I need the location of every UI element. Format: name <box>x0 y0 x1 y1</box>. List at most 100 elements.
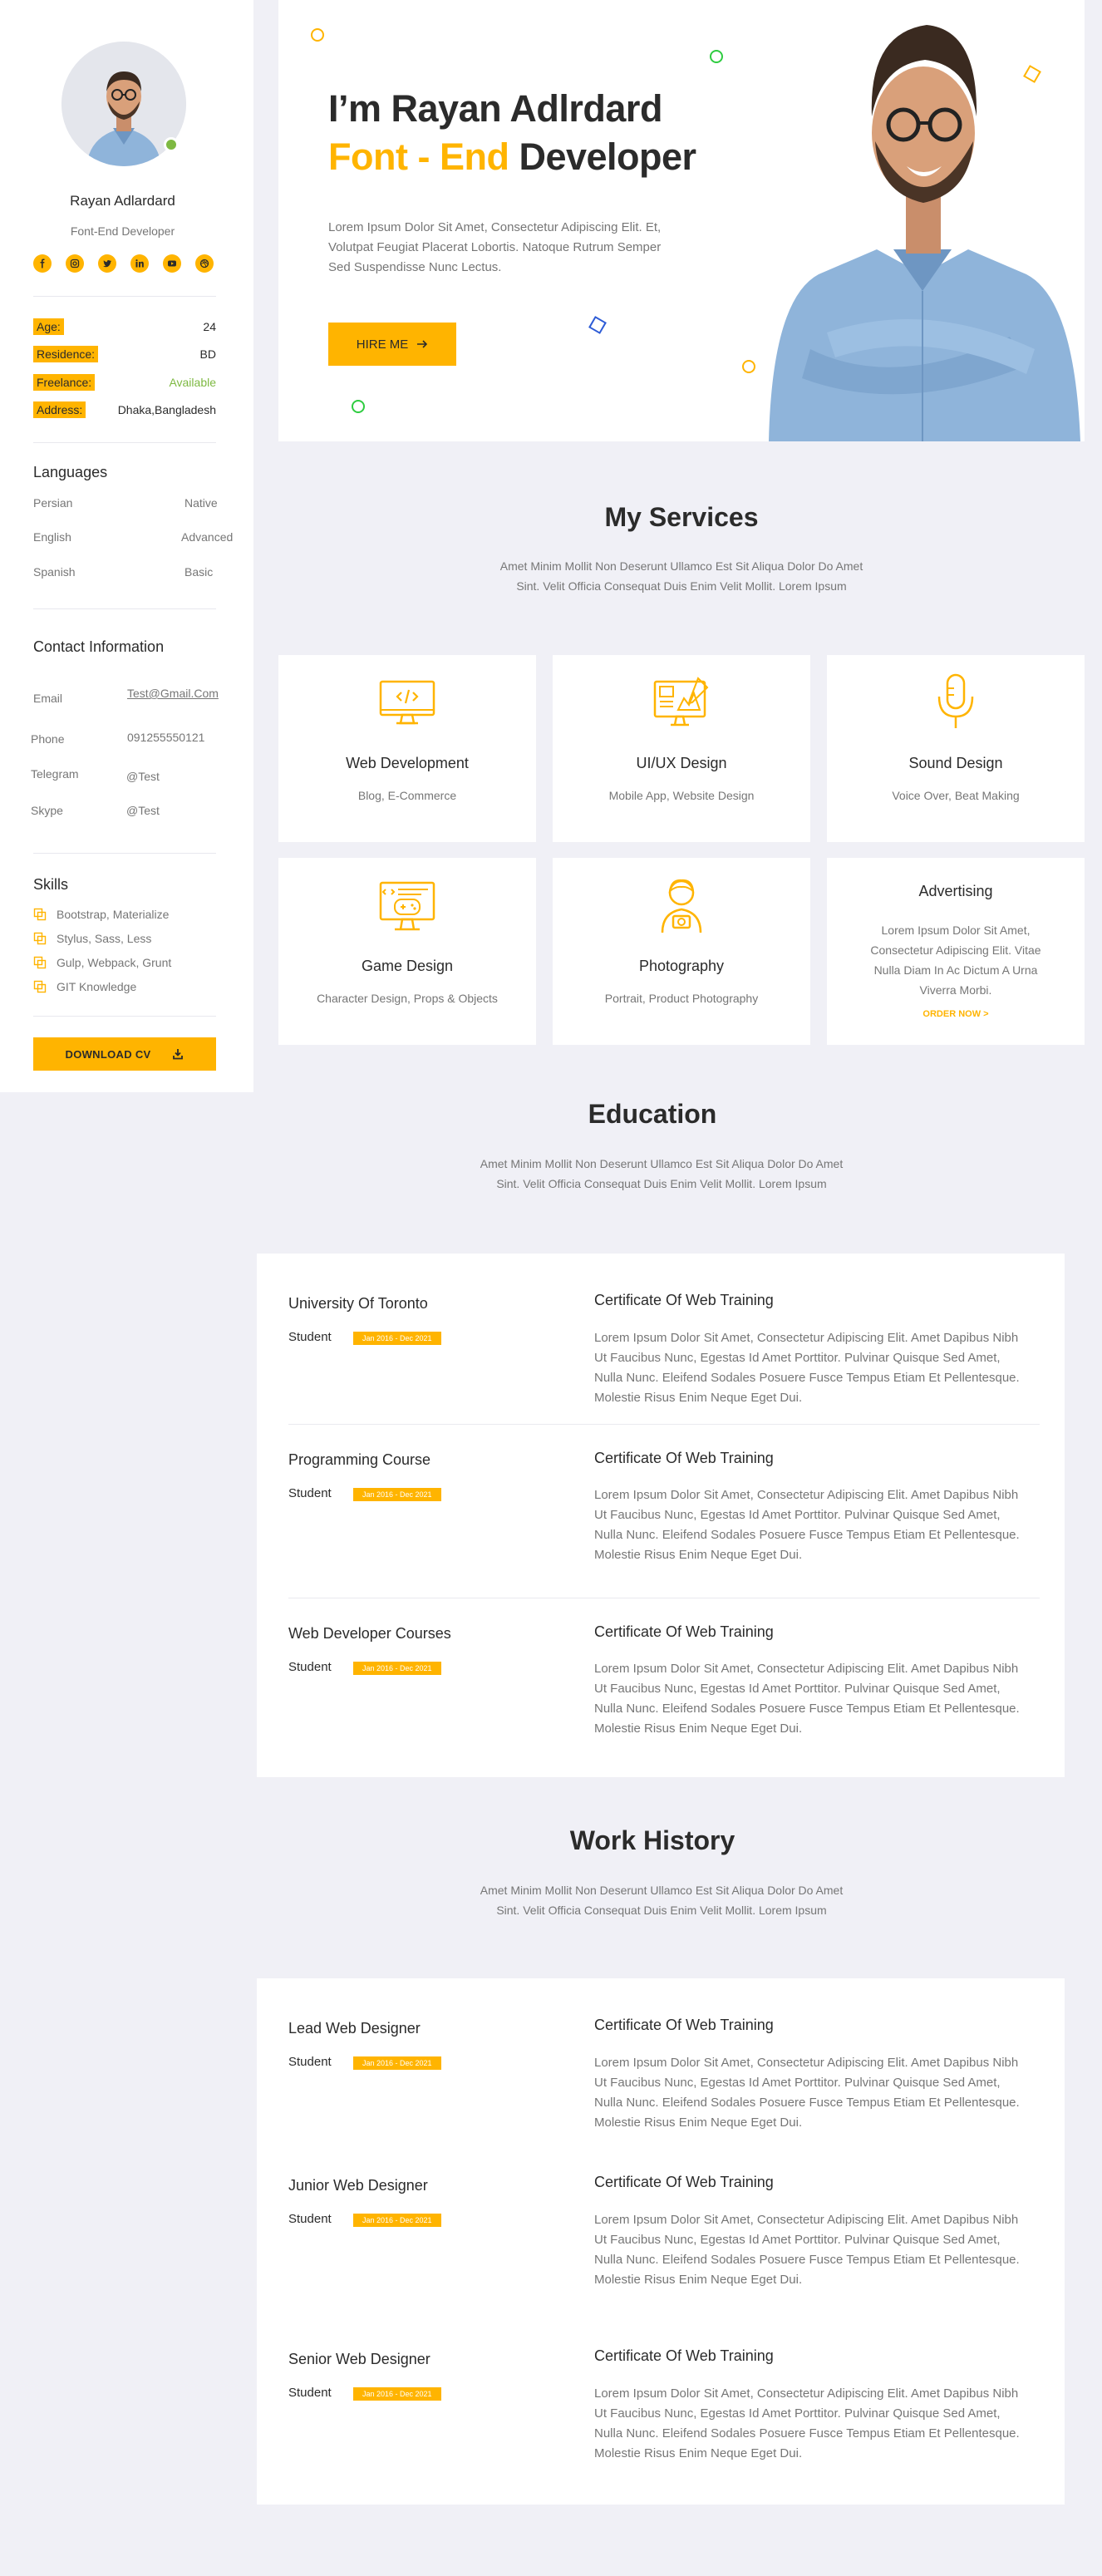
skills-heading: Skills <box>33 876 69 893</box>
education-subtitle: Amet Minim Mollit Non Deserunt Ullamco E… <box>480 1157 844 1190</box>
skill-item: Bootstrap, Materialize <box>33 908 169 921</box>
contact-value: @Test <box>126 804 160 817</box>
entry-certificate-title: Certificate Of Web Training <box>594 2017 774 2033</box>
entry-certificate-title: Certificate Of Web Training <box>594 2347 774 2364</box>
entry-role: Student <box>288 1486 332 1500</box>
entry-title: Senior Web Designer <box>288 2351 430 2367</box>
service-title: Advertising <box>918 883 993 899</box>
language-level: Native <box>184 496 218 510</box>
divider <box>33 1016 216 1017</box>
skill-item: GIT Knowledge <box>33 980 136 993</box>
dribbble-icon[interactable] <box>195 254 214 273</box>
service-card-advertising[interactable]: Advertising Lorem Ipsum Dolor Sit Amet, … <box>827 858 1085 1045</box>
email-link[interactable]: Test@Gmail.Com <box>127 687 219 700</box>
info-age: Age: 24 <box>33 318 216 336</box>
hero-person-photo <box>769 25 1080 441</box>
contact-label: Phone <box>31 732 65 746</box>
info-value: Available <box>169 376 216 389</box>
service-subtitle: Voice Over, Beat Making <box>892 789 1020 802</box>
entry-certificate-title: Certificate Of Web Training <box>594 1623 774 1640</box>
info-residence: Residence: BD <box>33 345 216 363</box>
sidebar: Rayan Adlardard Font-End Developer Age: … <box>0 0 253 1092</box>
service-subtitle: Mobile App, Website Design <box>608 789 755 802</box>
services-subtitle: Amet Minim Mollit Non Deserunt Ullamco E… <box>499 559 863 593</box>
service-title: Sound Design <box>908 755 1003 771</box>
languages-heading: Languages <box>33 464 108 480</box>
service-card-web-development[interactable]: Web Development Blog, E-Commerce <box>278 655 536 842</box>
entry-certificate-title: Certificate Of Web Training <box>594 1292 774 1308</box>
microphone-icon <box>937 673 974 728</box>
skill-label: Stylus, Sass, Less <box>57 932 152 945</box>
youtube-icon[interactable] <box>163 254 181 273</box>
entry-title: Lead Web Designer <box>288 2020 421 2037</box>
service-subtitle: Character Design, Props & Objects <box>317 992 498 1005</box>
download-cv-label: DOWNLOAD CV <box>65 1047 151 1061</box>
skill-label: Bootstrap, Materialize <box>57 908 170 921</box>
entry-date-badge: Jan 2016 - Dec 2021 <box>353 2387 441 2401</box>
service-subtitle: Blog, E-Commerce <box>357 789 457 802</box>
copy-icon <box>33 956 47 969</box>
entry-description: Lorem Ipsum Dolor Sit Amet, Consectetur … <box>594 2056 1020 2130</box>
entry-description: Lorem Ipsum Dolor Sit Amet, Consectetur … <box>594 1662 1020 1736</box>
divider <box>33 608 216 609</box>
skill-item: Stylus, Sass, Less <box>33 932 151 945</box>
service-card-uiux-design[interactable]: UI/UX Design Mobile App, Website Design <box>553 655 810 842</box>
order-now-link[interactable]: ORDER NOW > <box>827 1009 1085 1019</box>
facebook-icon[interactable] <box>33 254 52 273</box>
entry-description: Lorem Ipsum Dolor Sit Amet, Consectetur … <box>594 1331 1020 1405</box>
info-value: Dhaka,Bangladesh <box>117 403 216 416</box>
service-title: Photography <box>638 958 725 974</box>
info-label: Address: <box>33 401 86 418</box>
instagram-icon[interactable] <box>66 254 84 273</box>
entry-role: Student <box>288 2212 332 2226</box>
language-name: English <box>33 530 71 544</box>
language-level: Advanced <box>181 530 234 544</box>
entry-title: University Of Toronto <box>288 1295 428 1312</box>
profile-role: Font-End Developer <box>70 224 175 238</box>
linkedin-icon[interactable] <box>130 254 149 273</box>
divider <box>33 853 216 854</box>
entry-title: Junior Web Designer <box>288 2177 428 2194</box>
service-subtitle: Portrait, Product Photography <box>604 992 759 1005</box>
entry-certificate-title: Certificate Of Web Training <box>594 2174 774 2190</box>
language-name: Persian <box>33 496 73 510</box>
service-card-game-design[interactable]: Game Design Character Design, Props & Ob… <box>278 858 536 1045</box>
skill-label: Gulp, Webpack, Grunt <box>57 956 172 969</box>
skill-item: Gulp, Webpack, Grunt <box>33 956 171 969</box>
contact-label: Telegram <box>31 767 79 781</box>
entry-description: Lorem Ipsum Dolor Sit Amet, Consectetur … <box>594 2386 1020 2460</box>
entry-description: Lorem Ipsum Dolor Sit Amet, Consectetur … <box>594 1488 1020 1562</box>
download-cv-button[interactable]: DOWNLOAD CV <box>33 1037 216 1071</box>
info-address: Address: Dhaka,Bangladesh <box>33 401 216 419</box>
education-panel: University Of Toronto Student Jan 2016 -… <box>257 1254 1065 1777</box>
entry-role: Student <box>288 2386 332 2400</box>
service-title: UI/UX Design <box>636 755 727 771</box>
entry-date-badge: Jan 2016 - Dec 2021 <box>353 1332 441 1345</box>
work-history-panel: Lead Web Designer Student Jan 2016 - Dec… <box>257 1978 1065 2505</box>
entry-title: Web Developer Courses <box>288 1625 451 1642</box>
info-label: Freelance: <box>33 374 96 391</box>
copy-icon <box>33 908 47 921</box>
entry-role: Student <box>288 1330 332 1344</box>
social-links <box>33 254 214 273</box>
service-title: Game Design <box>361 958 454 974</box>
info-freelance: Freelance: Available <box>33 373 216 392</box>
service-card-photography[interactable]: Photography Portrait, Product Photograph… <box>553 858 810 1045</box>
photographer-icon <box>661 879 702 933</box>
game-monitor-icon <box>379 881 435 931</box>
service-card-sound-design[interactable]: Sound Design Voice Over, Beat Making <box>827 655 1085 842</box>
design-board-icon <box>653 677 709 727</box>
info-value: 24 <box>203 320 216 333</box>
work-history-title: Work History <box>569 1825 735 1855</box>
entry-date-badge: Jan 2016 - Dec 2021 <box>353 1488 441 1501</box>
monitor-code-icon <box>379 680 435 725</box>
entry-role: Student <box>288 2055 332 2069</box>
education-title: Education <box>588 1099 717 1129</box>
twitter-icon[interactable] <box>98 254 116 273</box>
contact-value: 091255550121 <box>127 731 205 744</box>
service-description: Lorem Ipsum Dolor Sit Amet, Consectetur … <box>870 924 1041 997</box>
contact-label: Skype <box>31 804 63 817</box>
contact-value: @Test <box>126 770 160 783</box>
profile-name: Rayan Adlardard <box>70 193 175 209</box>
entry-certificate-title: Certificate Of Web Training <box>594 1450 774 1466</box>
